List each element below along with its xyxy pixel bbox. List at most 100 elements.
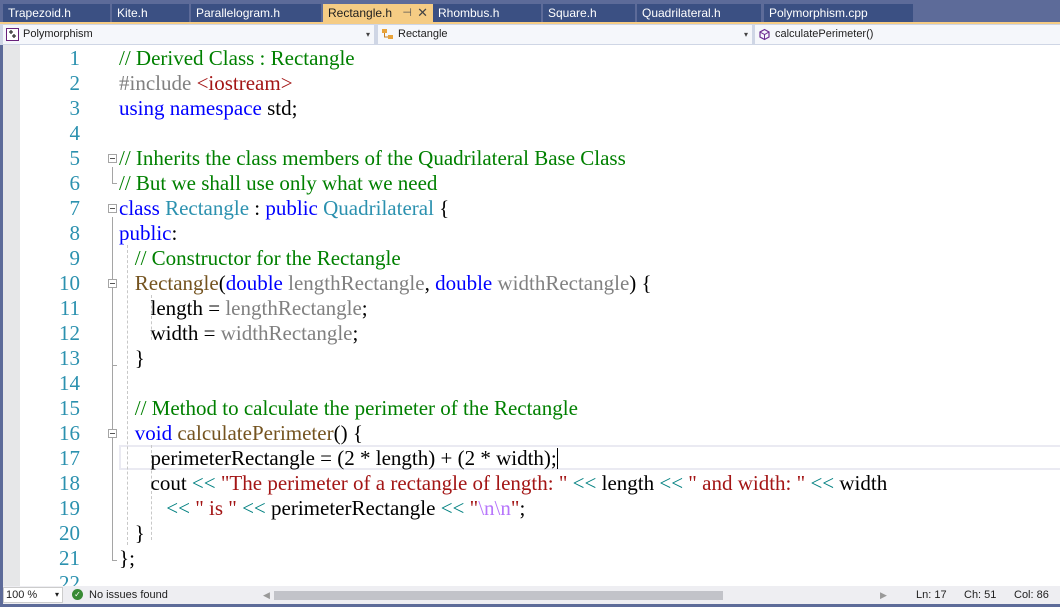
issues-text: No issues found — [89, 589, 168, 601]
line-number: 9 — [69, 246, 81, 270]
collapse-icon[interactable] — [108, 154, 117, 163]
code-token: ) { — [629, 271, 652, 295]
line-number: 22 — [59, 571, 80, 586]
member-label: calculatePerimeter() — [775, 28, 874, 40]
code-line[interactable]: 19 << " is " << perimeterRectangle << "\… — [3, 496, 1060, 521]
code-line[interactable]: 1 // Derived Class : Rectangle — [3, 46, 1060, 71]
tab-polymorphism-cpp[interactable]: Polymorphism.cpp — [764, 4, 913, 22]
line-number: 2 — [69, 71, 81, 95]
code-token: length = — [119, 296, 226, 320]
code-text: class Rectangle : public Quadrilateral { — [119, 196, 449, 221]
line-number: 20 — [59, 521, 80, 545]
code-token: calculatePerimeter — [177, 421, 334, 445]
member-dropdown[interactable]: calculatePerimeter() — [755, 25, 1060, 44]
code-token: << — [166, 496, 190, 520]
chevron-down-icon: ▾ — [54, 590, 59, 599]
code-line[interactable]: 13 } — [3, 346, 1060, 371]
line-indicator[interactable]: Ln: 17 — [916, 586, 947, 604]
collapse-icon[interactable] — [108, 279, 117, 288]
code-line[interactable]: 10 Rectangle(double lengthRectangle, dou… — [3, 271, 1060, 296]
tab-label: Polymorphism.cpp — [769, 6, 868, 20]
code-line[interactable]: 5 // Inherits the class members of the Qu… — [3, 146, 1060, 171]
code-line[interactable]: 14 — [3, 371, 1060, 396]
code-line[interactable]: 4 — [3, 121, 1060, 146]
collapse-icon[interactable] — [108, 204, 117, 213]
scroll-left-icon[interactable]: ◀ — [263, 586, 270, 604]
char-indicator[interactable]: Ch: 51 — [964, 586, 996, 604]
zoom-dropdown[interactable]: 100 % ▾ — [3, 587, 63, 603]
code-line[interactable]: 8 public: — [3, 221, 1060, 246]
line-number: 15 — [59, 396, 80, 420]
code-text: // Method to calculate the perimeter of … — [119, 396, 578, 421]
code-token: // Derived Class : Rectangle — [119, 46, 355, 70]
code-editor[interactable]: 1 // Derived Class : Rectangle 2 #include <… — [3, 45, 1060, 586]
code-token: widthRectangle — [497, 271, 630, 295]
code-line[interactable]: 7 class Rectangle : public Quadrilateral … — [3, 196, 1060, 221]
code-line[interactable]: 21}; — [3, 546, 1060, 571]
tab-rectangle[interactable]: Rectangle.h ⊣ ✕ — [323, 4, 433, 22]
line-number: 17 — [59, 446, 80, 470]
code-line[interactable]: 17 perimeterRectangle = (2 * length) + (… — [3, 446, 1060, 471]
code-text: void calculatePerimeter() { — [119, 421, 363, 446]
line-number: 3 — [69, 96, 81, 120]
code-token: widthRectangle — [220, 321, 353, 345]
horizontal-scrollbar[interactable]: ◀ ▶ — [258, 586, 898, 604]
line-number: 18 — [59, 471, 80, 495]
collapse-icon[interactable] — [108, 429, 117, 438]
tab-trapezoid[interactable]: Trapezoid.h — [3, 4, 110, 22]
code-token: } — [119, 521, 145, 545]
code-token: << — [440, 496, 465, 520]
code-token: << — [572, 471, 597, 495]
code-text: public: — [119, 221, 177, 246]
issues-indicator[interactable]: ✓ No issues found — [72, 586, 168, 604]
tab-rhombus[interactable]: Rhombus.h — [433, 4, 541, 22]
project-dropdown[interactable]: Polymorphism ▾ — [3, 25, 374, 44]
code-text: width = widthRectangle; — [119, 321, 359, 346]
pin-icon[interactable]: ⊣ — [402, 4, 412, 22]
code-line[interactable]: 11 length = lengthRectangle; — [3, 296, 1060, 321]
code-token: // But we shall use only what we need — [119, 171, 438, 195]
line-number: 6 — [69, 171, 81, 195]
project-icon — [6, 28, 19, 41]
code-token: // Constructor for the Rectangle — [134, 246, 401, 270]
code-text: // Derived Class : Rectangle — [119, 46, 355, 71]
tab-parallelogram[interactable]: Parallelogram.h — [191, 4, 321, 22]
tab-kite[interactable]: Kite.h — [112, 4, 189, 22]
code-text: length = lengthRectangle; — [119, 296, 368, 321]
code-line[interactable]: 18 cout << "The perimeter of a rectangle… — [3, 471, 1060, 496]
tab-label: Square.h — [548, 6, 597, 20]
code-line[interactable]: 9 // Constructor for the Rectangle — [3, 246, 1060, 271]
code-text: }; — [119, 546, 135, 571]
tab-square[interactable]: Square.h — [543, 4, 635, 22]
scroll-right-icon[interactable]: ▶ — [880, 586, 887, 604]
text-caret — [556, 448, 558, 469]
code-line[interactable]: 20 } — [3, 521, 1060, 546]
code-line[interactable]: 22 — [3, 571, 1060, 586]
tab-quadrilateral[interactable]: Quadrilateral.h — [637, 4, 761, 22]
check-circle-icon: ✓ — [72, 589, 83, 600]
close-icon[interactable]: ✕ — [417, 4, 428, 22]
tab-label: Kite.h — [117, 6, 148, 20]
scrollbar-thumb[interactable] — [274, 591, 723, 600]
code-token: <iostream> — [196, 71, 293, 95]
code-token: // Method to calculate the perimeter of … — [134, 396, 578, 420]
chevron-down-icon: ▾ — [743, 30, 748, 39]
code-line[interactable]: 6 // But we shall use only what we need — [3, 171, 1060, 196]
code-token: perimeterRectangle — [265, 496, 441, 520]
code-line[interactable]: 3 using namespace std; — [3, 96, 1060, 121]
code-line[interactable]: 12 width = widthRectangle; — [3, 321, 1060, 346]
code-line[interactable]: 2 #include <iostream> — [3, 71, 1060, 96]
column-indicator[interactable]: Col: 86 — [1014, 586, 1049, 604]
line-number: 7 — [69, 196, 81, 220]
line-number: 21 — [59, 546, 80, 570]
scope-dropdown[interactable]: Rectangle ▾ — [378, 25, 752, 44]
code-token: " and width: " — [688, 471, 806, 495]
code-line[interactable]: 16 void calculatePerimeter() { — [3, 421, 1060, 446]
line-number: 16 — [59, 421, 80, 445]
code-text: // Inherits the class members of the Qua… — [119, 146, 626, 171]
line-number: 12 — [59, 321, 80, 345]
code-line[interactable]: 15 // Method to calculate the perimeter … — [3, 396, 1060, 421]
